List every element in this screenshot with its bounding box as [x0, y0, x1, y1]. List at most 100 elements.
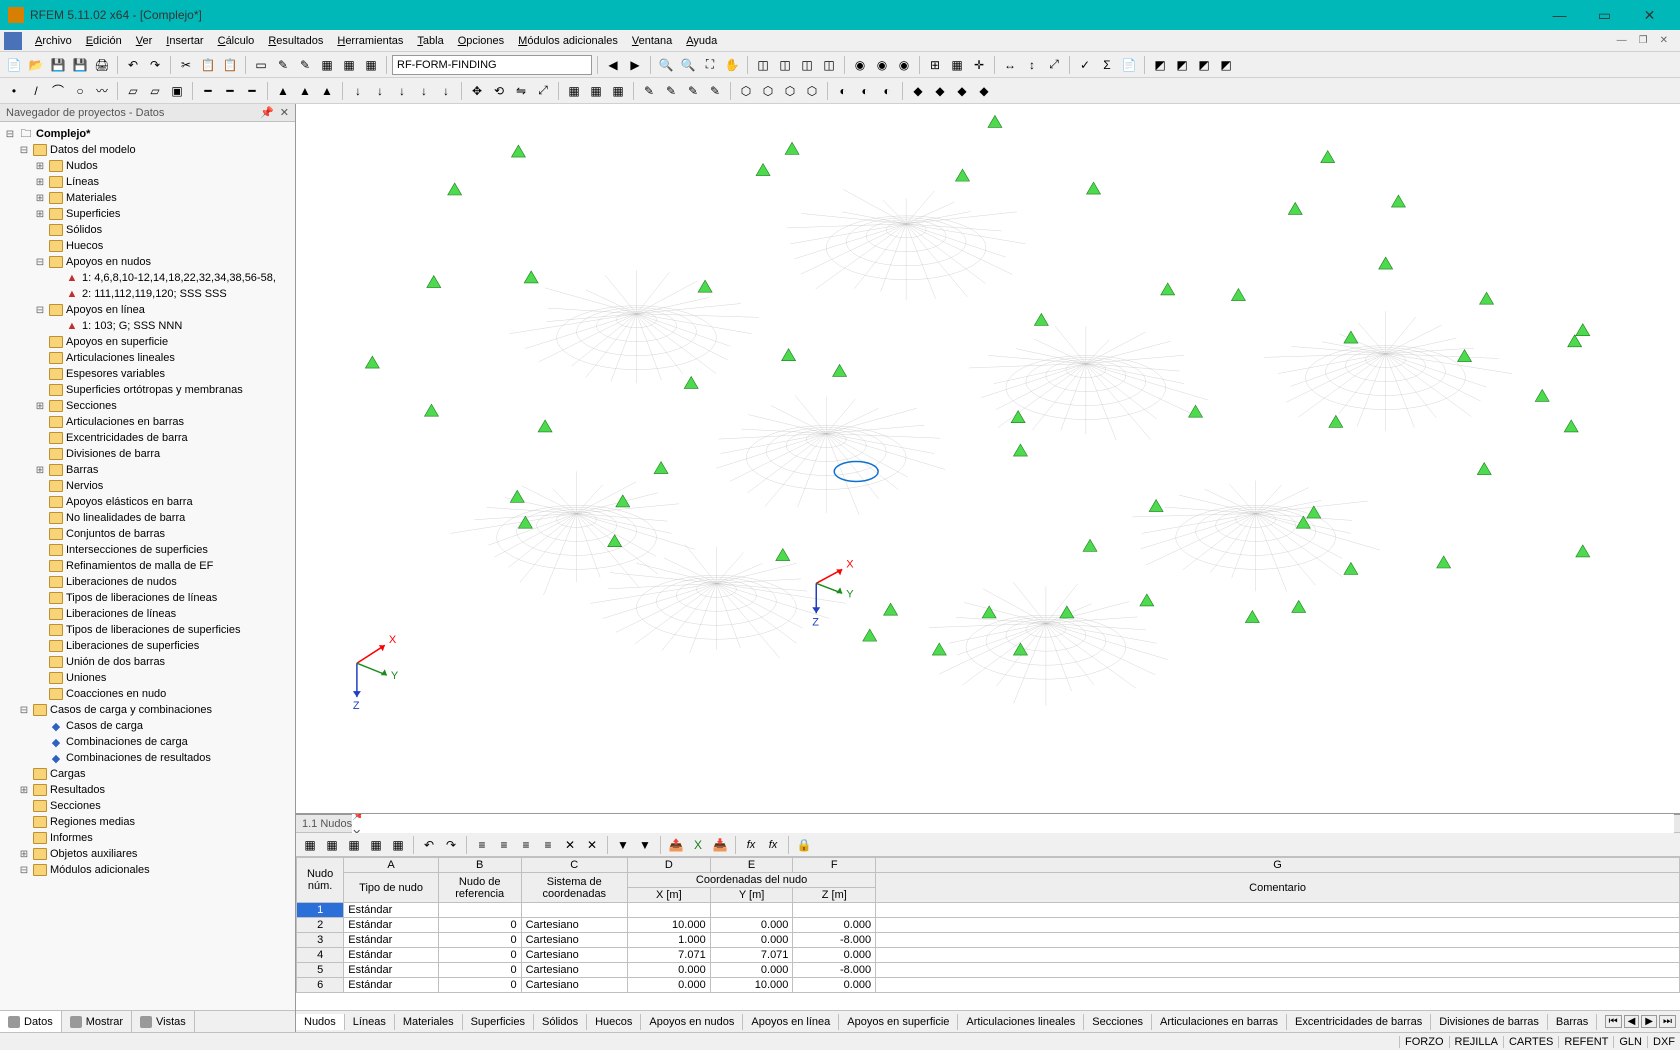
menu-herramientas[interactable]: Herramientas [330, 33, 410, 49]
snap-icon[interactable]: ⊞ [925, 55, 945, 75]
table-tab[interactable]: Barras [1548, 1014, 1597, 1030]
menu-ayuda[interactable]: Ayuda [679, 33, 724, 49]
table-tab[interactable]: Apoyos en nudos [641, 1014, 743, 1030]
table-tab[interactable]: Líneas [345, 1014, 395, 1030]
table-row[interactable]: 3Estándar0Cartesiano1.0000.000-8.000 [297, 933, 1680, 948]
table-tab[interactable]: Materiales [395, 1014, 463, 1030]
tree-item[interactable]: Divisiones de barra [0, 446, 295, 462]
view3d-icon[interactable]: ⬡ [758, 81, 778, 101]
cut-icon[interactable]: ✂ [176, 55, 196, 75]
tab-datos[interactable]: Datos [0, 1011, 62, 1032]
tree-item[interactable]: ▲1: 103; G; SSS NNN [0, 318, 295, 334]
results-icon[interactable]: ◐ [833, 81, 853, 101]
tree-item[interactable]: Uniones [0, 670, 295, 686]
menu-opciones[interactable]: Opciones [451, 33, 511, 49]
status-cell[interactable]: FORZO [1399, 1036, 1449, 1048]
status-cell[interactable]: REJILLA [1449, 1036, 1503, 1048]
results-icon[interactable]: ◐ [855, 81, 875, 101]
tree-item[interactable]: Liberaciones de superficies [0, 638, 295, 654]
tool-icon[interactable]: ▦ [361, 55, 381, 75]
tree-item[interactable]: Nervios [0, 478, 295, 494]
pin-icon[interactable]: 📌 [260, 106, 274, 119]
surface-icon[interactable]: ▱ [123, 81, 143, 101]
filter-icon[interactable]: ▼ [635, 835, 655, 855]
tree-item[interactable]: ◆Casos de carga [0, 718, 295, 734]
table-tab[interactable]: Secciones [1084, 1014, 1152, 1030]
tree-item[interactable]: Sólidos [0, 222, 295, 238]
menu-archivo[interactable]: Archivo [28, 33, 79, 49]
saveall-icon[interactable]: 💾 [70, 55, 90, 75]
row-tool-icon[interactable]: ≡ [538, 835, 558, 855]
table-tab[interactable]: Huecos [587, 1014, 641, 1030]
open-icon[interactable]: 📂 [26, 55, 46, 75]
arrow-left-icon[interactable]: ◀ [603, 55, 623, 75]
table-tool-icon[interactable]: ▦ [366, 835, 386, 855]
surface-icon[interactable]: ▱ [145, 81, 165, 101]
table-tool-icon[interactable]: ▦ [344, 835, 364, 855]
tree-item[interactable]: Intersecciones de superficies [0, 542, 295, 558]
calc-icon[interactable]: Σ [1097, 55, 1117, 75]
misc-icon[interactable]: ◆ [974, 81, 994, 101]
move-icon[interactable]: ✥ [467, 81, 487, 101]
table-tab[interactable]: Sólidos [534, 1014, 587, 1030]
fx-icon[interactable]: fx [741, 835, 761, 855]
new-icon[interactable]: 📄 [4, 55, 24, 75]
table-row[interactable]: 6Estándar0Cartesiano0.00010.0000.000 [297, 978, 1680, 993]
table-row[interactable]: 2Estándar0Cartesiano10.0000.0000.000 [297, 918, 1680, 933]
tool-icon[interactable]: ✎ [273, 55, 293, 75]
data-table[interactable]: Nudonúm. A B C D E F G Tipo de nudo Nudo… [296, 857, 1680, 1010]
spline-icon[interactable]: 〰 [92, 81, 112, 101]
tree-item[interactable]: Espesores variables [0, 366, 295, 382]
paste-icon[interactable]: 📋 [220, 55, 240, 75]
member-icon[interactable]: ━ [242, 81, 262, 101]
tree-item[interactable]: ⊟Apoyos en línea [0, 302, 295, 318]
member-icon[interactable]: ━ [220, 81, 240, 101]
table-tab[interactable]: Articulaciones en barras [1152, 1014, 1287, 1030]
table-tab[interactable]: Excentricidades de barras [1287, 1014, 1431, 1030]
tree-item[interactable]: Refinamientos de malla de EF [0, 558, 295, 574]
tool-icon[interactable]: ✎ [295, 55, 315, 75]
menu-módulos adicionales[interactable]: Módulos adicionales [511, 33, 625, 49]
member-icon[interactable]: ━ [198, 81, 218, 101]
table-tool-icon[interactable]: ▦ [322, 835, 342, 855]
dim-icon[interactable]: ↕ [1022, 55, 1042, 75]
import-icon[interactable]: 📥 [710, 835, 730, 855]
menu-tabla[interactable]: Tabla [410, 33, 450, 49]
edit-icon[interactable]: ✎ [705, 81, 725, 101]
module-combo[interactable]: RF-FORM-FINDING [392, 55, 592, 75]
table-row[interactable]: 4Estándar0Cartesiano7.0717.0710.000 [297, 948, 1680, 963]
view-icon[interactable]: ◫ [775, 55, 795, 75]
tree-item[interactable]: ⊞Materiales [0, 190, 295, 206]
tree-item[interactable]: ⊟Casos de carga y combinaciones [0, 702, 295, 718]
axis-icon[interactable]: ✛ [969, 55, 989, 75]
table-tab[interactable]: Articulaciones lineales [958, 1014, 1084, 1030]
tree-item[interactable]: Cargas [0, 766, 295, 782]
tree-item[interactable]: Informes [0, 830, 295, 846]
tree-item[interactable]: Unión de dos barras [0, 654, 295, 670]
filter-icon[interactable]: ▼ [613, 835, 633, 855]
view3d-icon[interactable]: ⬡ [736, 81, 756, 101]
tree-item[interactable]: ◆Combinaciones de carga [0, 734, 295, 750]
support-icon[interactable]: ▲ [317, 81, 337, 101]
tree-item[interactable]: ⊟Apoyos en nudos [0, 254, 295, 270]
table-tab[interactable]: Superficies [463, 1014, 534, 1030]
3d-viewport[interactable]: X Y Z X Y Z [296, 104, 1680, 814]
display-icon[interactable]: ◩ [1150, 55, 1170, 75]
load-icon[interactable]: ↓ [436, 81, 456, 101]
tree-item[interactable]: ⊞Resultados [0, 782, 295, 798]
table-tab[interactable]: Apoyos en superficie [839, 1014, 958, 1030]
tree-item[interactable]: Coacciones en nudo [0, 686, 295, 702]
tree-item[interactable]: Liberaciones de nudos [0, 574, 295, 590]
tree-item[interactable]: Articulaciones en barras [0, 414, 295, 430]
select-icon[interactable]: ▭ [251, 55, 271, 75]
solid-icon[interactable]: ▣ [167, 81, 187, 101]
tree-item[interactable]: Liberaciones de líneas [0, 606, 295, 622]
tree-item[interactable]: ⊞Líneas [0, 174, 295, 190]
load-icon[interactable]: ↓ [414, 81, 434, 101]
copy-icon[interactable]: 📋 [198, 55, 218, 75]
menu-insertar[interactable]: Insertar [159, 33, 210, 49]
misc-icon[interactable]: ◆ [930, 81, 950, 101]
rotate-icon[interactable]: ⟲ [489, 81, 509, 101]
tree-item[interactable]: ⊟Módulos adicionales [0, 862, 295, 878]
render-icon[interactable]: ◉ [850, 55, 870, 75]
